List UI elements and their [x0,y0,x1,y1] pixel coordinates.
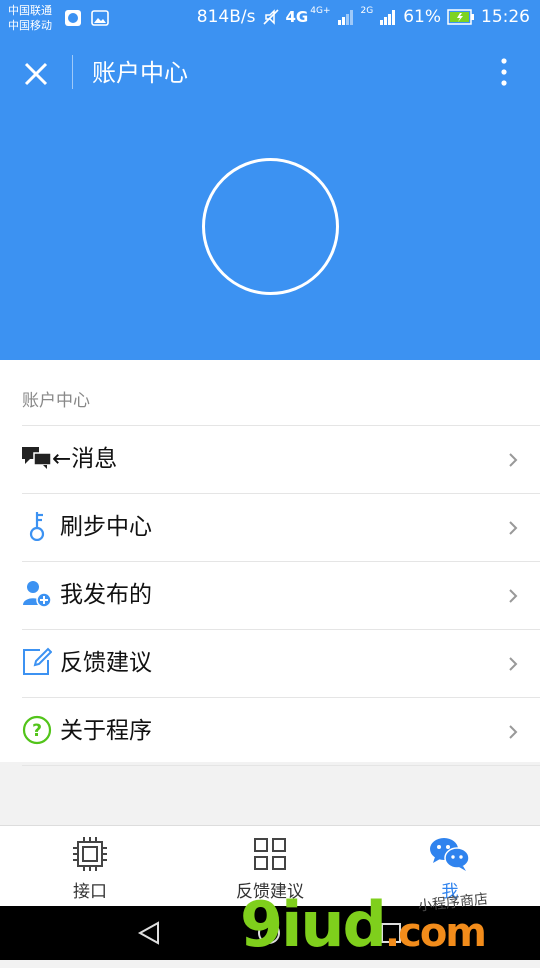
menu-item-my-posts[interactable]: 我发布的 [22,561,540,629]
status-right: 814B/s 4G 4G+ 2G 61% 15:26 [196,5,530,27]
chevron-right-icon [509,589,518,603]
carrier-info: 中国联通 中国移动 [8,3,52,33]
menu-item-about[interactable]: ? 关于程序 [22,697,540,766]
menu-item-label: 我发布的 [60,582,152,608]
browser-notification-icon [65,10,81,26]
net-4g-b: 4G+ [310,5,331,16]
image-notification-icon [91,10,109,26]
battery-icon [447,9,474,25]
menu-item-label: ←消息 [52,446,118,472]
user-add-icon [23,581,52,608]
net-2g: 2G [360,5,374,16]
section-title: 账户中心 [22,391,90,411]
question-icon: ? [22,715,52,745]
edit-icon [23,647,52,675]
grid-icon [254,838,286,870]
avatar[interactable] [202,158,339,295]
carrier-2: 中国移动 [8,19,52,32]
back-nav-icon[interactable] [136,920,162,946]
status-bar: 中国联通 中国移动 814B/s 4G 4G+ 2G 61% 15:26 [0,0,540,36]
chevron-right-icon [509,521,518,535]
svg-text:?: ? [32,721,42,741]
close-icon[interactable] [18,56,54,92]
mute-icon [262,9,279,25]
menu-item-messages[interactable]: ←消息 [22,425,540,493]
carrier-1: 中国联通 [8,4,52,17]
menu-item-label: 关于程序 [60,718,152,744]
menu-item-feedback[interactable]: 反馈建议 [22,629,540,697]
chevron-right-icon [509,725,518,739]
menu-item-label: 反馈建议 [60,650,152,676]
wechat-icon [430,838,470,871]
profile-header: 账户中心 [0,36,540,360]
chevron-right-icon [509,657,518,671]
watermark-main: 9iud [240,888,387,961]
net-speed: 814B/s [196,7,256,27]
chat-bubbles-icon [22,447,52,469]
account-menu: 账户中心 ←消息 刷步中心 我发布的 反馈建议 ? 关于程序 [0,360,540,766]
tab-label: 接口 [73,882,107,902]
menu-item-steps[interactable]: 刷步中心 [22,493,540,561]
watermark-suffix: .com [384,910,487,956]
net-4g-a: 4G [285,8,309,26]
title-divider [72,55,73,89]
clock: 15:26 [481,7,530,27]
more-vertical-icon[interactable] [494,56,514,90]
signal-2-icon [380,10,396,25]
menu-item-label: 刷步中心 [60,514,152,540]
menu-list: ←消息 刷步中心 我发布的 反馈建议 ? 关于程序 [22,425,540,766]
key-icon [29,512,45,541]
tab-api[interactable]: 接口 [0,826,180,907]
chip-icon [73,837,107,871]
signal-icon [337,10,353,25]
battery-percent: 61% [403,7,441,27]
chevron-right-icon [509,453,518,467]
page-title: 账户中心 [92,59,188,87]
